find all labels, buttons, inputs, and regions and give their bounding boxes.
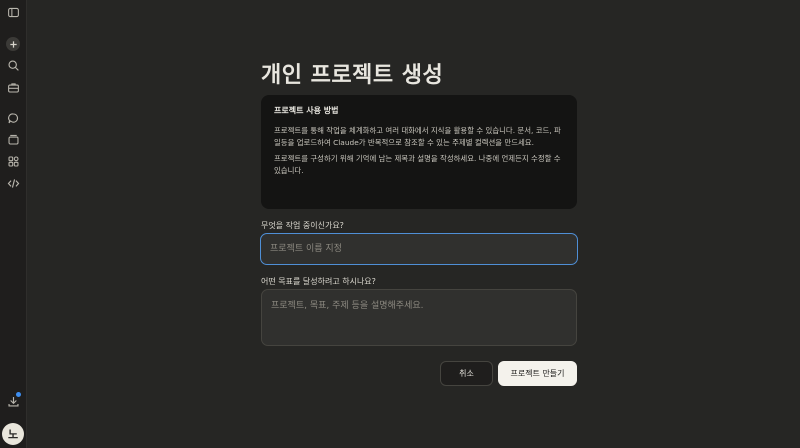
page-title: 개인 프로젝트 생성: [261, 62, 444, 88]
sidebar-rail: 노: [0, 0, 27, 448]
project-description-label: 어떤 목표를 달성하려고 하시나요?: [261, 277, 376, 286]
code-icon[interactable]: [3, 173, 23, 193]
info-card-paragraph: 프로젝트를 구성하기 위해 기억에 남는 제목과 설명을 작성하세요. 나중에 …: [274, 154, 561, 175]
projects-icon[interactable]: [3, 129, 23, 149]
info-card-paragraph: 프로젝트를 통해 작업을 체계화하고 여러 대화에서 지식을 활용할 수 있습니…: [274, 126, 561, 147]
chat-bubble-icon[interactable]: [3, 108, 23, 128]
new-chat-icon[interactable]: [3, 34, 23, 54]
download-icon[interactable]: [3, 391, 23, 411]
project-name-input[interactable]: [260, 233, 578, 265]
briefcase-icon[interactable]: [3, 77, 23, 97]
project-info-card: 프로젝트 사용 방법 프로젝트를 통해 작업을 체계화하고 여러 대화에서 지식…: [261, 95, 577, 209]
sidebar-toggle-icon[interactable]: [3, 2, 23, 22]
project-description-textarea[interactable]: [261, 289, 577, 346]
info-card-heading: 프로젝트 사용 방법: [274, 106, 339, 115]
create-project-button[interactable]: 프로젝트 만들기: [498, 361, 577, 386]
project-name-label: 무엇을 작업 중이신가요?: [261, 221, 344, 230]
cancel-button[interactable]: 취소: [440, 361, 493, 386]
artifacts-icon[interactable]: [3, 151, 23, 171]
notification-dot: [16, 392, 21, 397]
app-window: 노 개인 프로젝트 생성 프로젝트 사용 방법 프로젝트를 통해 작업을 체계화…: [0, 0, 800, 448]
search-icon[interactable]: [3, 55, 23, 75]
avatar[interactable]: 노: [2, 423, 24, 445]
